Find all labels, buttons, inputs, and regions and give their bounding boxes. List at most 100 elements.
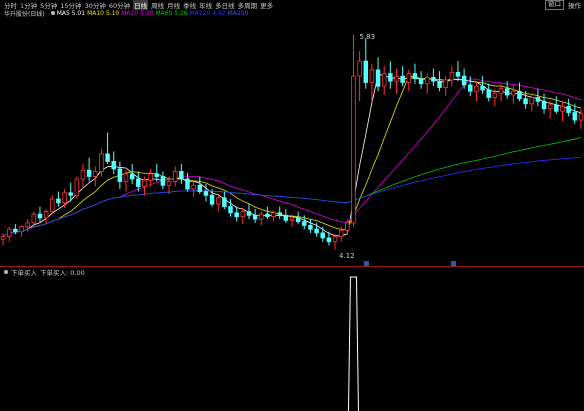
signal-chart[interactable] xyxy=(0,271,584,411)
candle-body[interactable] xyxy=(68,192,73,196)
candle-body[interactable] xyxy=(517,90,522,100)
candle-body[interactable] xyxy=(572,112,578,121)
candle-body[interactable] xyxy=(6,228,12,238)
candle-body[interactable] xyxy=(105,153,110,162)
candle-body[interactable] xyxy=(111,161,116,170)
candle-body[interactable] xyxy=(474,85,479,92)
candle-body[interactable] xyxy=(345,222,350,231)
candle-body[interactable] xyxy=(375,69,381,87)
candle-body[interactable] xyxy=(295,217,301,223)
candle-body[interactable] xyxy=(43,211,49,219)
candle-body[interactable] xyxy=(418,78,424,85)
price-chart[interactable]: 5.83 4.12 xyxy=(0,18,584,266)
candle-body[interactable] xyxy=(252,214,258,220)
candle-body[interactable] xyxy=(332,236,338,243)
candle-body[interactable] xyxy=(529,97,534,105)
candle-body[interactable] xyxy=(535,97,541,102)
candle-body[interactable] xyxy=(578,113,584,121)
candle-body[interactable] xyxy=(400,75,405,83)
candle-body[interactable] xyxy=(142,179,147,187)
candle-body[interactable] xyxy=(357,60,362,77)
candle-body[interactable] xyxy=(271,212,276,218)
candle-body[interactable] xyxy=(86,169,92,177)
candle-body[interactable] xyxy=(172,171,178,182)
candle-body[interactable] xyxy=(160,176,166,186)
candle-body[interactable] xyxy=(498,88,504,95)
candle-body[interactable] xyxy=(523,98,528,105)
candle-body[interactable] xyxy=(486,89,491,98)
toolbar-button-1[interactable]: 操作 xyxy=(568,0,581,10)
candle-body[interactable] xyxy=(179,171,184,180)
candle-body[interactable] xyxy=(50,198,55,213)
candle-body[interactable] xyxy=(31,213,37,224)
candle-body[interactable] xyxy=(56,198,61,204)
candle-body[interactable] xyxy=(136,178,141,187)
candle-body[interactable] xyxy=(308,224,313,230)
candle-body[interactable] xyxy=(25,222,30,228)
candle-body[interactable] xyxy=(511,90,516,96)
candle-body[interactable] xyxy=(566,105,571,113)
candle-body[interactable] xyxy=(215,197,221,205)
candle-body[interactable] xyxy=(240,211,246,218)
candle-body[interactable] xyxy=(0,236,6,240)
candle-body[interactable] xyxy=(431,77,436,82)
tab-13[interactable]: 更多 xyxy=(260,0,273,10)
candle-body[interactable] xyxy=(234,212,239,218)
candle-body[interactable] xyxy=(13,228,18,233)
candle-body[interactable] xyxy=(93,171,98,177)
candle-body[interactable] xyxy=(277,212,282,216)
candle-body[interactable] xyxy=(388,73,393,82)
candle-body[interactable] xyxy=(166,181,172,186)
candle-body[interactable] xyxy=(338,230,344,238)
candle-body[interactable] xyxy=(191,184,196,190)
candle-body[interactable] xyxy=(203,191,209,196)
candle-body[interactable] xyxy=(468,84,473,92)
candle-body[interactable] xyxy=(302,221,307,226)
candle-body[interactable] xyxy=(37,213,43,219)
toolbar-button-0[interactable]: 窗口 xyxy=(545,0,564,10)
candle-body[interactable] xyxy=(541,100,547,110)
candle-body[interactable] xyxy=(480,85,485,91)
candle-body[interactable] xyxy=(123,173,129,182)
candle-body[interactable] xyxy=(412,73,418,80)
candle-body[interactable] xyxy=(406,73,412,83)
candle-body[interactable] xyxy=(209,194,215,205)
candle-body[interactable] xyxy=(560,105,565,112)
candle-body[interactable] xyxy=(326,237,332,243)
candle-body[interactable] xyxy=(19,226,24,233)
candle-body[interactable] xyxy=(381,73,387,87)
candle-body[interactable] xyxy=(504,88,510,96)
candle-body[interactable] xyxy=(461,75,467,86)
candle-body[interactable] xyxy=(449,72,455,81)
candle-body[interactable] xyxy=(289,217,295,221)
candle-body[interactable] xyxy=(222,197,227,207)
candle-body[interactable] xyxy=(228,206,233,214)
candle-body[interactable] xyxy=(394,75,399,82)
candle-body[interactable] xyxy=(554,104,559,112)
candle-body[interactable] xyxy=(424,77,430,85)
candle-body[interactable] xyxy=(129,173,135,180)
candle-body[interactable] xyxy=(265,213,270,218)
candle-body[interactable] xyxy=(62,192,67,204)
candle-body[interactable] xyxy=(369,69,375,83)
candle-body[interactable] xyxy=(259,213,264,220)
candle-body[interactable] xyxy=(80,169,86,180)
candle-body[interactable] xyxy=(492,93,498,98)
candle-body[interactable] xyxy=(351,75,356,224)
candle-body[interactable] xyxy=(185,178,190,190)
candle-body[interactable] xyxy=(283,214,289,221)
candle-body[interactable] xyxy=(320,232,325,239)
candle-body[interactable] xyxy=(197,184,203,192)
candle-body[interactable] xyxy=(74,178,80,196)
candle-body[interactable] xyxy=(437,80,442,88)
candle-body[interactable] xyxy=(314,228,319,234)
candle-body[interactable] xyxy=(246,211,252,216)
candle-body[interactable] xyxy=(154,173,160,177)
candle-body[interactable] xyxy=(117,168,123,182)
candle-body[interactable] xyxy=(547,104,553,110)
candle-body[interactable] xyxy=(99,153,104,172)
candle-body[interactable] xyxy=(148,173,153,181)
candle-body[interactable] xyxy=(455,72,461,77)
candle-body[interactable] xyxy=(363,60,369,83)
candle-body[interactable] xyxy=(443,79,448,88)
